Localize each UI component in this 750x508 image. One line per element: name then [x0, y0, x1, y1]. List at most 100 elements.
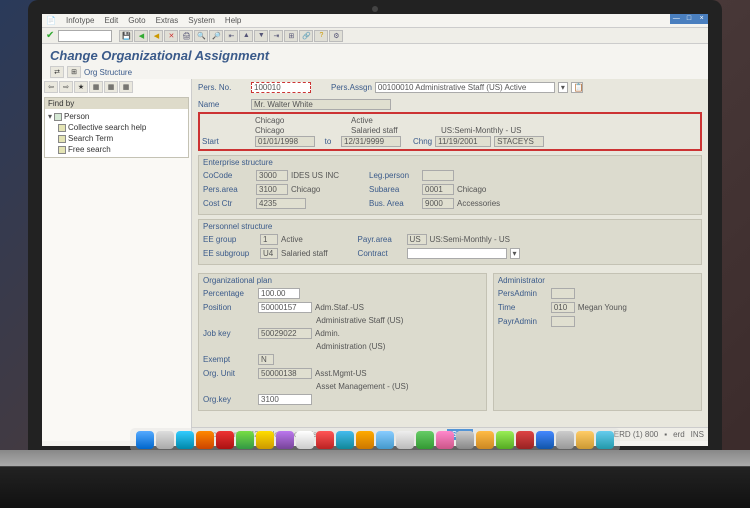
- end-field[interactable]: 12/31/9999: [341, 136, 401, 147]
- dock-app-12[interactable]: [356, 431, 374, 449]
- cancel-icon[interactable]: ✕: [164, 30, 178, 42]
- free-search-icon: [58, 146, 66, 154]
- status-host-icon: ▪: [664, 430, 667, 439]
- enter-icon[interactable]: ✔: [46, 30, 54, 41]
- main-toolbar: ✔ 💾 ◀ ◀ ✕ 🖨 🔍 🔎 ⇤ ▲ ▼ ⇥ ⊞ 🔗 ? ⚙: [42, 28, 708, 44]
- menu-help[interactable]: Help: [225, 16, 241, 25]
- nav-icon-5[interactable]: ▦: [104, 81, 118, 93]
- tree-collective[interactable]: Collective search help: [48, 122, 185, 133]
- menu-goto[interactable]: Goto: [128, 16, 145, 25]
- find-by-header: Find by: [45, 98, 188, 109]
- name-label: Name: [198, 100, 248, 109]
- dock-app-16[interactable]: [436, 431, 454, 449]
- chng-date-field: 11/19/2001: [435, 136, 491, 147]
- payradmin-field: [551, 316, 575, 327]
- start-label: Start: [202, 137, 252, 146]
- dock-app-6[interactable]: [236, 431, 254, 449]
- dock-app-1[interactable]: [136, 431, 154, 449]
- dock-app-2[interactable]: [156, 431, 174, 449]
- pers-assgn-dropdown-icon[interactable]: ▾: [558, 82, 568, 93]
- menu-doc-icon[interactable]: 📄: [46, 16, 56, 25]
- dock-app-17[interactable]: [456, 431, 474, 449]
- next-page-icon[interactable]: ▼: [254, 30, 268, 42]
- busarea-field: 9000: [422, 198, 454, 209]
- contract-field[interactable]: [407, 248, 507, 259]
- orgplan-title: Organizational plan: [203, 276, 482, 285]
- payroll-text: US:Semi-Monthly - US: [441, 126, 521, 135]
- find-next-icon[interactable]: 🔎: [209, 30, 223, 42]
- dock-app-18[interactable]: [476, 431, 494, 449]
- dock-app-23[interactable]: [576, 431, 594, 449]
- person-icon: [54, 113, 62, 121]
- help-icon[interactable]: ?: [314, 30, 328, 42]
- menu-system[interactable]: System: [188, 16, 215, 25]
- tree-free-search[interactable]: Free search: [48, 144, 185, 155]
- nav-next-icon[interactable]: ⇨: [59, 81, 73, 93]
- dock-app-4[interactable]: [196, 431, 214, 449]
- last-page-icon[interactable]: ⇥: [269, 30, 283, 42]
- overview-icon[interactable]: ⊞: [67, 66, 81, 78]
- back-icon[interactable]: ◀: [134, 30, 148, 42]
- close-button[interactable]: ×: [695, 14, 708, 24]
- menu-extras[interactable]: Extras: [156, 16, 179, 25]
- toggle-icon[interactable]: ⇄: [50, 66, 64, 78]
- menu-infotype[interactable]: Infotype: [66, 16, 94, 25]
- menu-edit[interactable]: Edit: [104, 16, 118, 25]
- nav-prev-icon[interactable]: ⇦: [44, 81, 58, 93]
- minimize-button[interactable]: —: [670, 14, 683, 24]
- dock-app-11[interactable]: [336, 431, 354, 449]
- pers-assgn-field[interactable]: 00100010 Administrative Staff (US) Activ…: [375, 82, 555, 93]
- orgunit-field: 50000138: [258, 368, 312, 379]
- dock-app-22[interactable]: [556, 431, 574, 449]
- dock-app-9[interactable]: [296, 431, 314, 449]
- jobkey-field: 50029022: [258, 328, 312, 339]
- orgunit-label: Org. Unit: [203, 369, 255, 378]
- exit-icon[interactable]: ◀: [149, 30, 163, 42]
- dock-app-14[interactable]: [396, 431, 414, 449]
- exempt-field: N: [258, 354, 274, 365]
- pers-assgn-help-icon[interactable]: 📋: [571, 82, 583, 93]
- dock-app-13[interactable]: [376, 431, 394, 449]
- org-structure-button[interactable]: Org Structure: [84, 68, 132, 77]
- tree-search-term[interactable]: Search Term: [48, 133, 185, 144]
- window-controls[interactable]: — □ ×: [670, 14, 708, 24]
- status-ins: INS: [691, 430, 704, 439]
- dock-app-19[interactable]: [496, 431, 514, 449]
- tree-person[interactable]: ▾Person: [48, 111, 185, 122]
- personnel-title: Personnel structure: [203, 222, 697, 231]
- new-session-icon[interactable]: ⊞: [284, 30, 298, 42]
- command-field[interactable]: [58, 30, 112, 42]
- prev-page-icon[interactable]: ▲: [239, 30, 253, 42]
- layout-icon[interactable]: ⚙: [329, 30, 343, 42]
- start-field[interactable]: 01/01/1998: [255, 136, 315, 147]
- find-icon[interactable]: 🔍: [194, 30, 208, 42]
- dock-app-24[interactable]: [596, 431, 614, 449]
- dock-app-7[interactable]: [256, 431, 274, 449]
- location-2: Chicago: [255, 126, 315, 135]
- payrarea-text: US:Semi-Monthly - US: [430, 235, 510, 244]
- save-icon[interactable]: 💾: [119, 30, 133, 42]
- print-icon[interactable]: 🖨: [179, 30, 193, 42]
- orgkey-field[interactable]: 3100: [258, 394, 312, 405]
- macos-dock[interactable]: [130, 428, 620, 452]
- shortcut-icon[interactable]: 🔗: [299, 30, 313, 42]
- first-page-icon[interactable]: ⇤: [224, 30, 238, 42]
- dock-app-3[interactable]: [176, 431, 194, 449]
- dock-app-21[interactable]: [536, 431, 554, 449]
- contract-dropdown-icon[interactable]: ▾: [510, 248, 520, 259]
- maximize-button[interactable]: □: [683, 14, 696, 24]
- enterprise-title: Enterprise structure: [203, 158, 697, 167]
- dock-app-20[interactable]: [516, 431, 534, 449]
- dock-app-5[interactable]: [216, 431, 234, 449]
- dock-app-8[interactable]: [276, 431, 294, 449]
- dock-app-10[interactable]: [316, 431, 334, 449]
- menu-bar: 📄 Infotype Edit Goto Extras System Help: [42, 14, 708, 28]
- position-field[interactable]: 50000157: [258, 302, 312, 313]
- pers-no-field[interactable]: 100010: [251, 82, 311, 93]
- nav-icon-6[interactable]: ▦: [119, 81, 133, 93]
- nav-icon-3[interactable]: ★: [74, 81, 88, 93]
- percentage-field[interactable]: 100.00: [258, 288, 300, 299]
- dock-app-15[interactable]: [416, 431, 434, 449]
- nav-icon-4[interactable]: ▦: [89, 81, 103, 93]
- eesub-text: Salaried staff: [281, 249, 328, 258]
